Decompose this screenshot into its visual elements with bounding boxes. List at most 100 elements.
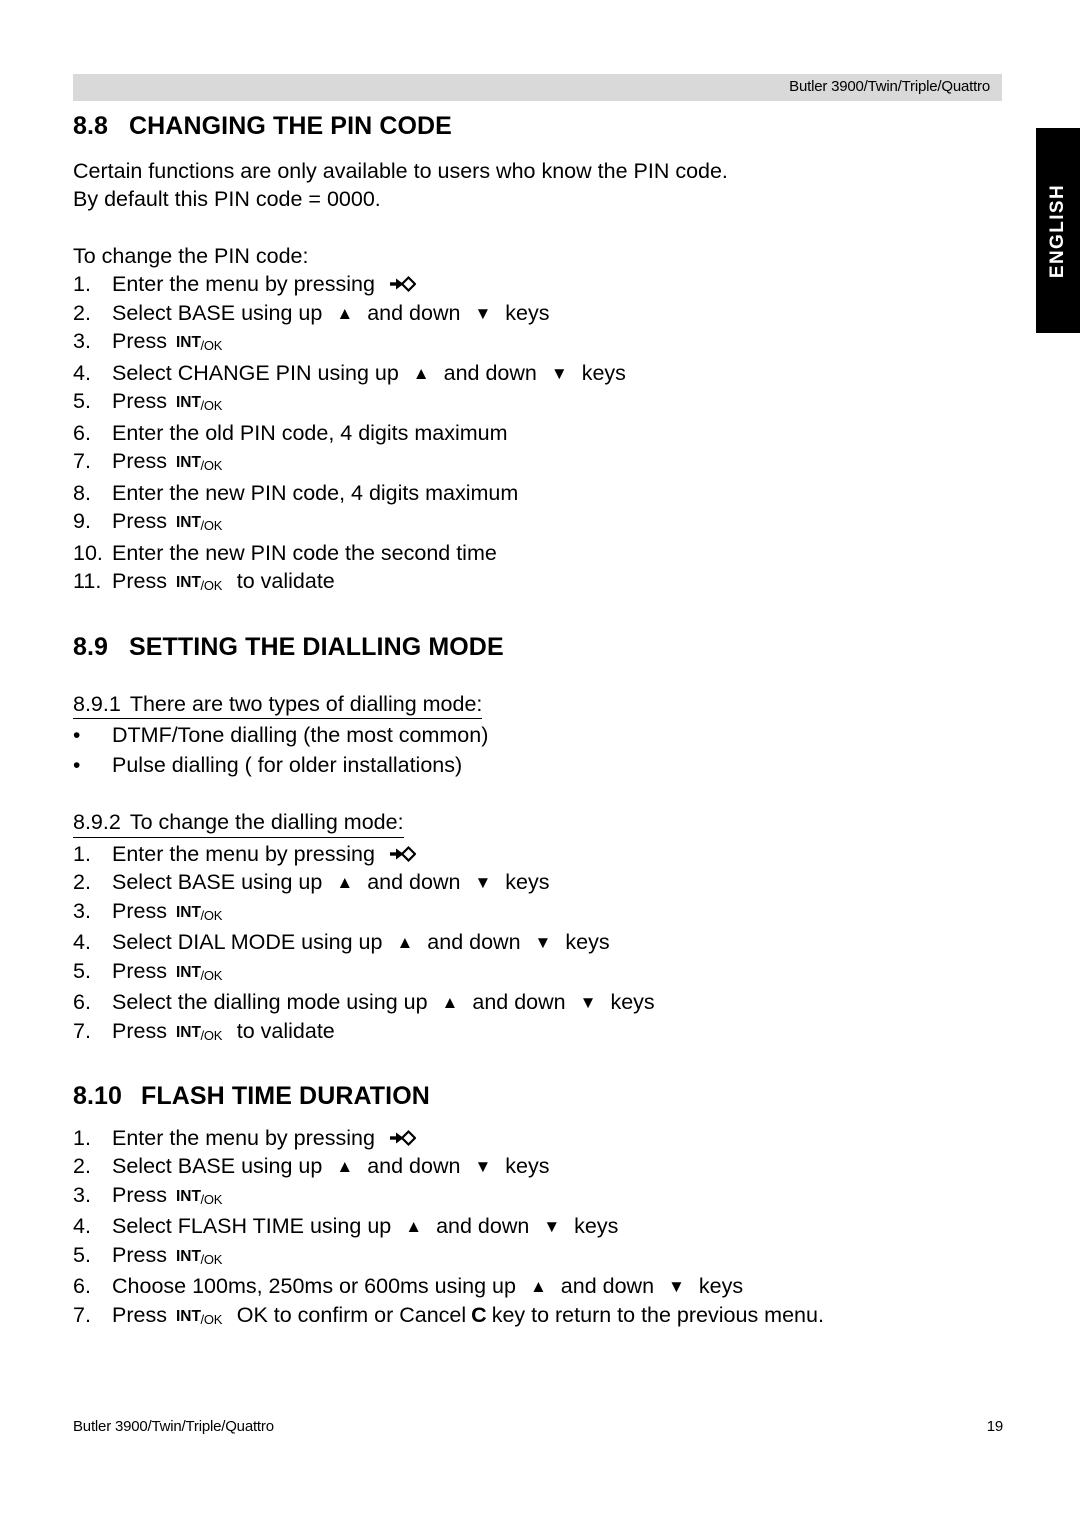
step-list-8-10: 1. Enter the menu by pressing 2. Select … xyxy=(73,1124,1003,1333)
language-tab-english: ENGLISH xyxy=(1036,128,1080,333)
int-ok-main: INT xyxy=(175,903,201,921)
down-arrow-icon: ▼ xyxy=(543,1217,561,1237)
bullet-text: Pulse dialling ( for older installations… xyxy=(112,752,463,777)
int-ok-main: INT xyxy=(175,963,201,981)
step-text: Select FLASH TIME using up xyxy=(112,1214,392,1239)
step-list-8-8: 1. Enter the menu by pressing 2. Select … xyxy=(73,270,1003,599)
step-body: Press INT/OK xyxy=(112,447,223,479)
step-item: 2. Select BASE using up ▲ and down ▼ keys xyxy=(73,1152,1003,1181)
up-arrow-icon: ▲ xyxy=(405,1217,423,1237)
lead-in-change-pin: To change the PIN code: xyxy=(73,243,309,268)
step-item: 2. Select BASE using up ▲ and down ▼ keys xyxy=(73,868,1003,897)
step-text: Select BASE using up xyxy=(112,870,323,894)
step-text: Select the dialling mode using up xyxy=(112,990,428,1014)
step-item: 10. Enter the new PIN code the second ti… xyxy=(73,539,1003,568)
down-arrow-icon: ▼ xyxy=(668,1277,685,1297)
step-text-after: keys xyxy=(505,870,550,894)
up-arrow-icon: ▲ xyxy=(441,993,459,1012)
step-text: Press xyxy=(112,389,167,414)
step-text: Enter the new PIN code, 4 digits maximum xyxy=(112,480,519,505)
step-marker: 6. xyxy=(73,1274,91,1299)
step-marker: 7. xyxy=(73,1302,91,1327)
step-text-mid: and down xyxy=(427,930,521,954)
int-ok-key-icon: INT/OK xyxy=(176,1303,223,1332)
step-item: 4. Select DIAL MODE using up ▲ and down ▼ ke… xyxy=(73,928,1003,957)
step-item: 1. Enter the menu by pressing xyxy=(73,840,1003,869)
step-body: Select the dialling mode using up ▲ and do… xyxy=(112,988,655,1017)
step-body: Enter the menu by pressing xyxy=(112,840,416,869)
step-text-after: keys xyxy=(574,1214,619,1239)
step-text-after: keys xyxy=(610,990,655,1014)
step-marker: 11. xyxy=(73,569,102,594)
step-item: 5. Press INT/OK xyxy=(73,957,1003,989)
step-text-mid: and down xyxy=(436,1214,530,1239)
section-number: 8.8 xyxy=(73,112,109,140)
step-text: Press xyxy=(112,1302,167,1327)
step-item: 5. Press INT/OK xyxy=(73,387,1003,419)
step-marker: 10. xyxy=(73,540,103,565)
step-body: Press INT/OK xyxy=(112,387,223,419)
step-body: Select BASE using up ▲ and down ▼ keys xyxy=(112,299,549,328)
bullet-body: DTMF/Tone dialling (the most common) xyxy=(112,721,488,750)
step-body: Select BASE using up ▲ and down ▼ keys xyxy=(112,1152,549,1181)
step-text: Enter the menu by pressing xyxy=(112,272,375,297)
step-text-mid: and down xyxy=(443,360,537,385)
step-text: Press xyxy=(112,1182,167,1207)
step-text-after: to validate xyxy=(236,1018,335,1043)
step-marker: 8. xyxy=(73,480,91,505)
up-arrow-icon: ▲ xyxy=(529,1277,547,1297)
step-text-after: keys xyxy=(505,300,550,325)
step-body: Enter the old PIN code, 4 digits maximum xyxy=(112,419,508,448)
int-ok-sub: /OK xyxy=(200,1311,223,1327)
int-ok-sub: /OK xyxy=(200,338,223,354)
step-marker: 4. xyxy=(73,930,91,954)
section-number: 8.10 xyxy=(73,1082,123,1110)
up-arrow-icon: ▲ xyxy=(336,303,354,323)
step-text-after: keys xyxy=(505,1154,550,1179)
step-text: Press xyxy=(112,1018,167,1043)
int-ok-key-icon: INT/OK xyxy=(176,329,223,358)
step-text: Select DIAL MODE using up xyxy=(112,930,383,954)
step-text-mid: and down xyxy=(367,300,461,325)
bullet-marker: • xyxy=(73,724,81,747)
step-item: 7. Press INT/OK OK to confirm or Cancel Cke… xyxy=(73,1301,1003,1333)
section-number: 8.9 xyxy=(73,632,109,661)
int-ok-key-icon: INT/OK xyxy=(176,449,223,478)
int-ok-sub: /OK xyxy=(200,518,223,534)
int-ok-main: INT xyxy=(175,574,201,592)
menu-key-icon xyxy=(389,1128,416,1148)
step-text: Press xyxy=(112,449,167,474)
step-item: 3. Press INT/OK xyxy=(73,1181,1003,1213)
subsection-title-text: To change the dialling mode: xyxy=(129,810,404,834)
step-body: Press INT/OK xyxy=(112,897,223,929)
step-item: 4. Select CHANGE PIN using up ▲ and down ▼ k… xyxy=(73,359,1003,388)
int-ok-main: INT xyxy=(175,1247,201,1265)
page-header-band: Butler 3900/Twin/Triple/Quattro xyxy=(73,74,1002,101)
page-footer: Butler 3900/Twin/Triple/Quattro 19 xyxy=(73,1418,1003,1435)
page-content: 8.8 CHANGING THE PIN CODE Certain functio… xyxy=(73,112,1003,1332)
down-arrow-icon: ▼ xyxy=(550,363,568,383)
int-ok-sub: /OK xyxy=(200,967,223,983)
step-body: Select CHANGE PIN using up ▲ and down ▼ keys xyxy=(112,359,626,388)
step-marker: 5. xyxy=(73,958,91,983)
step-marker: 6. xyxy=(73,420,91,445)
step-body: Press INT/OK xyxy=(112,957,223,989)
subsection-number: 8.9.2 xyxy=(73,810,121,834)
step-text-after: keys xyxy=(581,360,626,385)
step-text-after: to validate xyxy=(236,569,335,594)
step-item: 6. Select the dialling mode using up ▲ and… xyxy=(73,988,1003,1017)
section-heading-8-9: 8.9 SETTING THE DIALLING MODE xyxy=(73,633,1003,662)
step-text-mid: and down xyxy=(367,870,461,894)
subsection-wrap-8-9-1: 8.9.1 There are two types of dialling mod… xyxy=(73,690,1003,722)
step-item: 3. Press INT/OK xyxy=(73,327,1003,359)
step-marker: 9. xyxy=(73,509,91,534)
step-text-confirm: OK to confirm or Cancel xyxy=(236,1302,467,1327)
bullet-body: Pulse dialling ( for older installations… xyxy=(112,751,462,780)
step-item: 1. Enter the menu by pressing xyxy=(73,1124,1003,1153)
footer-page-number: 19 xyxy=(986,1418,1004,1435)
step-marker: 3. xyxy=(73,329,91,354)
step-text-mid: and down xyxy=(472,990,566,1014)
step-item: 8. Enter the new PIN code, 4 digits maxi… xyxy=(73,479,1003,508)
step-body: Press INT/OK xyxy=(112,507,223,539)
int-ok-key-icon: INT/OK xyxy=(176,1243,223,1272)
